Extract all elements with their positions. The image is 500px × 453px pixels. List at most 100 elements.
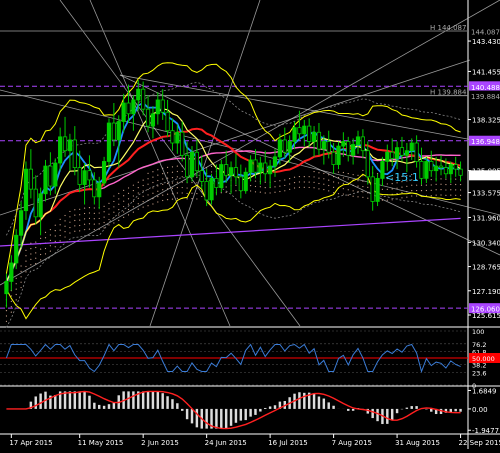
cloud-dot xyxy=(289,178,291,180)
level-label: 139.884 xyxy=(471,93,500,101)
cloud-dot xyxy=(142,179,144,181)
cloud-dot xyxy=(69,232,71,234)
candle-body xyxy=(170,130,175,144)
cloud-dot xyxy=(83,218,86,220)
cloud-dot xyxy=(269,192,271,194)
forex-chart[interactable]: 144.087 H 144.087 140.488 139.884 H 139.884 1… xyxy=(0,0,500,449)
cloud-dot xyxy=(69,221,71,223)
chart-canvas[interactable]: 144.087H 144.087140.488139.884H 139.8841… xyxy=(0,0,500,449)
cloud-dot xyxy=(333,186,335,188)
cloud-dot xyxy=(401,191,403,194)
cloud-dot xyxy=(103,221,105,224)
cloud-dot xyxy=(445,194,447,196)
cloud-dot xyxy=(113,195,115,197)
cloud-dot xyxy=(445,178,447,180)
cloud-dot xyxy=(176,197,178,200)
cloud-dot xyxy=(166,166,169,168)
cloud-dot xyxy=(20,270,22,273)
cloud-dot xyxy=(284,190,286,192)
cloud-dot xyxy=(74,214,76,216)
candle-body xyxy=(58,136,63,164)
cloud-dot xyxy=(157,179,159,182)
cloud-dot xyxy=(293,187,296,189)
cloud-dot xyxy=(171,171,174,173)
cloud-dot xyxy=(69,216,71,218)
cloud-dot xyxy=(162,178,164,180)
cloud-dot xyxy=(293,176,296,178)
cloud-dot xyxy=(298,186,301,188)
cloud-dot xyxy=(323,172,325,175)
cloud-dot xyxy=(152,192,154,194)
cloud-dot xyxy=(162,173,164,175)
cloud-dot xyxy=(10,300,12,302)
cloud-dot xyxy=(318,188,320,190)
cloud-dot xyxy=(308,176,310,178)
cloud-dot xyxy=(88,206,91,209)
cloud-dot xyxy=(171,166,174,168)
candle-body xyxy=(14,234,19,264)
cloud-dot xyxy=(352,190,354,192)
candle-body xyxy=(82,170,87,185)
cloud-dot xyxy=(79,214,81,216)
candle-body xyxy=(434,165,439,172)
cloud-dot xyxy=(127,214,130,216)
cloud-dot xyxy=(15,288,17,290)
cloud-dot xyxy=(142,201,144,203)
cloud-dot xyxy=(25,271,27,273)
cloud-dot xyxy=(347,189,349,191)
candle-body xyxy=(23,168,29,212)
cloud-dot xyxy=(5,315,8,317)
cloud-dot xyxy=(49,234,51,236)
cloud-dot xyxy=(54,240,56,242)
time-tick-label: 2 Jun 2015 xyxy=(141,439,179,447)
cloud-dot xyxy=(166,182,169,185)
cloud-dot xyxy=(127,198,130,200)
cloud-dot xyxy=(152,176,154,178)
candle-body xyxy=(209,177,214,201)
cloud-dot xyxy=(123,195,125,197)
cloud-dot xyxy=(54,246,56,248)
candle-body xyxy=(263,162,268,175)
cloud-dot xyxy=(83,229,86,231)
cloud-dot xyxy=(455,178,457,180)
cloud-dot xyxy=(59,240,61,242)
cloud-dot xyxy=(176,176,178,178)
cloud-dot xyxy=(352,195,354,197)
cloud-dot xyxy=(430,189,432,191)
cloud-dot xyxy=(93,228,95,231)
cloud-dot xyxy=(44,237,47,239)
candle-body xyxy=(101,161,107,184)
candle-body xyxy=(72,139,77,169)
cloud-dot xyxy=(132,200,134,202)
cloud-dot xyxy=(357,174,359,176)
cloud-dot xyxy=(103,211,105,213)
cloud-dot xyxy=(235,190,237,192)
cloud-dot xyxy=(210,165,213,168)
candle-body xyxy=(424,161,429,179)
cloud-dot xyxy=(416,184,418,186)
cloud-dot xyxy=(142,195,144,197)
cloud-dot xyxy=(274,180,276,183)
candle-body xyxy=(238,176,243,192)
cloud-dot xyxy=(132,211,134,213)
cloud-dot xyxy=(20,276,22,278)
candle-body xyxy=(326,141,331,153)
cloud-dot xyxy=(10,306,12,308)
cloud-dot xyxy=(64,231,66,233)
candle-body xyxy=(189,151,195,178)
candle-body xyxy=(341,141,346,147)
cloud-dot xyxy=(357,196,359,198)
candle-body xyxy=(360,136,366,152)
time-tick-label: 7 Aug 2015 xyxy=(332,439,372,447)
cloud-dot xyxy=(147,172,149,175)
cloud-dot xyxy=(323,183,325,185)
cloud-dot xyxy=(303,181,305,183)
candle-body xyxy=(243,171,248,192)
cloud-dot xyxy=(69,226,71,229)
cloud-dot xyxy=(318,182,320,185)
cloud-dot xyxy=(113,222,115,224)
cloud-dot xyxy=(254,191,257,193)
candle-body xyxy=(87,170,92,181)
cloud-dot xyxy=(459,194,462,196)
candle-body xyxy=(370,176,375,202)
